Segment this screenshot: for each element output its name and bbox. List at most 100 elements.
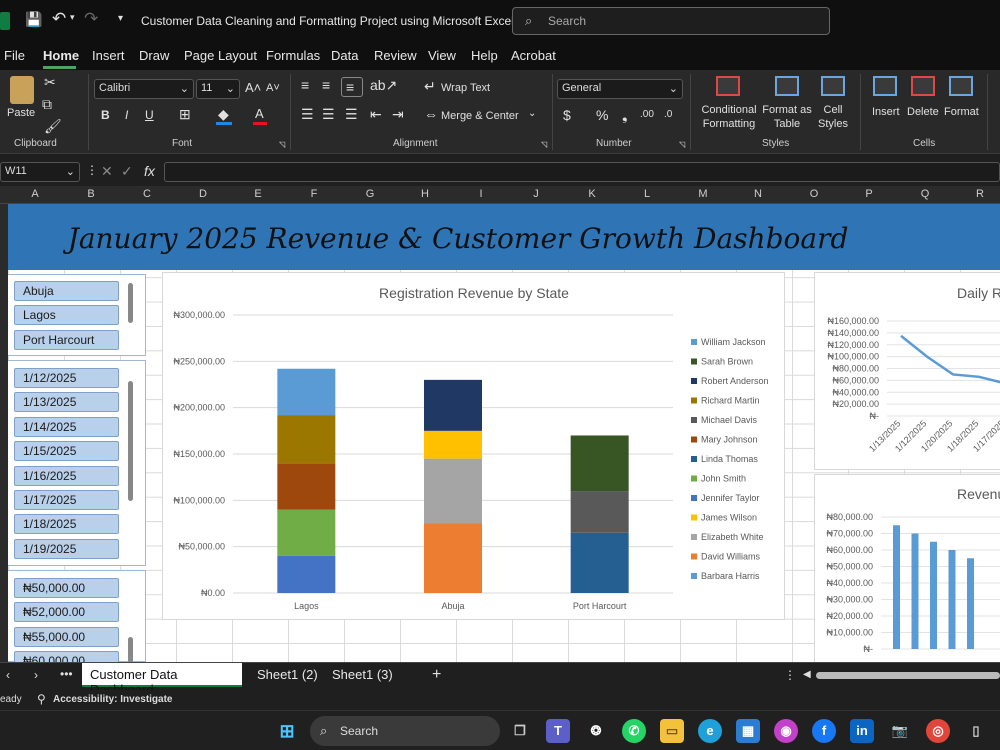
align-center-icon[interactable]: ☰ <box>322 106 335 123</box>
percent-icon[interactable]: % <box>596 107 608 123</box>
slicer-scrollbar[interactable] <box>128 381 133 501</box>
slicer-item[interactable]: 1/18/2025 <box>14 514 119 535</box>
menu-data[interactable]: Data <box>331 48 358 63</box>
sheet-tab-active[interactable]: Customer Data Dashboard <box>82 663 242 697</box>
column-header[interactable]: C <box>137 188 157 200</box>
undo-icon[interactable]: ↶ <box>52 9 66 29</box>
formula-input[interactable] <box>164 162 1000 182</box>
menu-review[interactable]: Review <box>374 48 417 63</box>
scroll-left-icon[interactable]: ◀ <box>803 669 811 680</box>
redo-icon[interactable]: ↷ <box>84 9 98 29</box>
menu-formulas[interactable]: Formulas <box>266 48 320 63</box>
accessibility-status[interactable]: Accessibility: Investigate <box>53 694 173 705</box>
slicer-item[interactable]: ₦55,000.00 <box>14 626 119 647</box>
align-bottom-button[interactable]: ≡ <box>341 77 363 97</box>
column-header[interactable]: L <box>637 188 657 200</box>
font-dialog-launcher-icon[interactable]: ◹ <box>279 140 285 149</box>
wrap-text-icon[interactable]: ↵ <box>424 78 436 95</box>
bold-icon[interactable]: B <box>101 108 110 122</box>
currency-icon[interactable]: $ <box>563 107 571 123</box>
next-sheet-icon[interactable]: › <box>34 668 38 682</box>
number-format-select[interactable]: General ⌄ <box>557 79 683 99</box>
daily-revenue-chart[interactable]: Daily R ₦- ₦20,000.00 ₦40,000.00 ₦60,000.00 ₦… <box>814 272 1000 470</box>
align-top-icon[interactable]: ≡ <box>301 77 309 93</box>
slicer-item[interactable]: 1/13/2025 <box>14 392 119 413</box>
name-box[interactable]: W11 ⌄ <box>0 162 80 182</box>
sheet-tab[interactable]: Sheet1 (2) <box>257 667 318 682</box>
font-color-icon[interactable]: A <box>255 106 264 121</box>
windows-start-icon[interactable]: ⊞ <box>275 719 299 743</box>
column-header[interactable]: F <box>304 188 324 200</box>
fill-color-icon[interactable]: ◆ <box>218 106 229 123</box>
enter-icon[interactable]: ✓ <box>121 163 133 180</box>
column-header[interactable]: K <box>582 188 602 200</box>
horizontal-scrollbar[interactable] <box>816 672 1000 679</box>
column-header[interactable]: E <box>248 188 268 200</box>
search-box[interactable]: ⌕ Search <box>512 7 830 35</box>
prev-sheet-icon[interactable]: ‹ <box>6 668 10 682</box>
camera-icon[interactable]: 📷 <box>888 719 912 743</box>
store-icon[interactable]: ▦ <box>736 719 760 743</box>
sheet-tab[interactable]: Sheet1 (3) <box>332 667 393 682</box>
comma-style-icon[interactable]: ❟ <box>622 107 628 124</box>
slicer-item[interactable]: 1/17/2025 <box>14 490 119 510</box>
chatgpt-icon[interactable]: ❂ <box>584 719 608 743</box>
linkedin-icon[interactable]: in <box>850 719 874 743</box>
column-header[interactable]: R <box>970 188 990 200</box>
align-middle-icon[interactable]: ≡ <box>322 77 330 93</box>
facebook-icon[interactable]: f <box>812 719 836 743</box>
column-header[interactable]: P <box>859 188 879 200</box>
font-size-select[interactable]: 11 ⌄ <box>196 79 240 99</box>
revenue-by-state-chart[interactable]: Registration Revenue by State ₦0.00 ₦50,00… <box>162 272 785 620</box>
revenue-bar-chart[interactable]: Revenue ₦- ₦10,000.00 ₦20,000.00 ₦30,000.00 ₦… <box>814 474 1000 662</box>
align-left-icon[interactable]: ☰ <box>301 106 314 123</box>
slicer-item[interactable]: 1/16/2025 <box>14 465 119 486</box>
menu-page-layout[interactable]: Page Layout <box>184 48 257 63</box>
column-header[interactable]: N <box>748 188 768 200</box>
copilot-icon[interactable]: ◉ <box>774 719 798 743</box>
slicer-item[interactable]: 1/14/2025 <box>14 416 119 437</box>
orientation-icon[interactable]: ab↗ <box>370 77 397 94</box>
insert-cells-button[interactable]: Insert <box>872 106 900 118</box>
format-as-table-button[interactable]: Format as Table <box>762 103 812 131</box>
undo-dropdown-icon[interactable]: ▾ <box>70 12 75 23</box>
column-header[interactable]: Q <box>915 188 935 200</box>
delete-cells-button[interactable]: Delete <box>907 106 939 118</box>
slicer-item[interactable]: Lagos <box>14 305 119 326</box>
column-header[interactable]: M <box>693 188 713 200</box>
slicer-item[interactable]: 1/12/2025 <box>14 368 119 388</box>
worksheet-grid[interactable]: January 2025 Revenue & Customer Growth D… <box>8 204 1000 662</box>
increase-decimal-icon[interactable]: .00 <box>640 109 654 120</box>
copy-icon[interactable]: ⧉ <box>42 96 52 113</box>
taskbar-search[interactable]: ⌕ Search <box>310 716 500 746</box>
insert-function-icon[interactable]: fx <box>144 163 155 179</box>
menu-home[interactable]: Home <box>43 48 79 63</box>
whatsapp-icon[interactable]: ✆ <box>622 719 646 743</box>
number-dialog-launcher-icon[interactable]: ◹ <box>679 140 685 149</box>
file-explorer-icon[interactable]: ▭ <box>660 719 684 743</box>
column-header[interactable]: H <box>415 188 435 200</box>
column-header[interactable]: J <box>526 188 546 200</box>
slicer-item[interactable]: ₦60,000.00 <box>14 651 119 662</box>
wrap-text-button[interactable]: Wrap Text <box>441 82 490 94</box>
format-painter-icon[interactable]: 🖌 <box>44 118 62 135</box>
paste-button[interactable]: Paste <box>7 107 35 119</box>
merge-center-icon[interactable]: ⇔ <box>424 106 438 122</box>
conditional-formatting-button[interactable]: Conditional Formatting <box>700 103 758 131</box>
app-icon[interactable]: ▯ <box>964 719 988 743</box>
column-header[interactable]: B <box>81 188 101 200</box>
increase-font-icon[interactable]: A˄ <box>245 80 261 95</box>
task-view-icon[interactable]: ❐ <box>508 719 532 743</box>
slicer-scrollbar[interactable] <box>128 637 133 662</box>
underline-icon[interactable]: U <box>145 108 154 122</box>
slicer-item[interactable]: Abuja <box>14 281 119 301</box>
column-header[interactable]: O <box>804 188 824 200</box>
menu-acrobat[interactable]: Acrobat <box>511 48 556 63</box>
edge-icon[interactable]: e <box>698 719 722 743</box>
slicer-item[interactable]: Port Harcourt <box>14 329 119 350</box>
chrome-icon[interactable]: ◎ <box>926 719 950 743</box>
slicer-item[interactable]: ₦52,000.00 <box>14 602 119 623</box>
customize-toolbar-icon[interactable]: ▾ <box>118 13 123 24</box>
cut-icon[interactable]: ✂ <box>44 74 56 91</box>
increase-indent-icon[interactable]: ⇥ <box>392 106 404 123</box>
